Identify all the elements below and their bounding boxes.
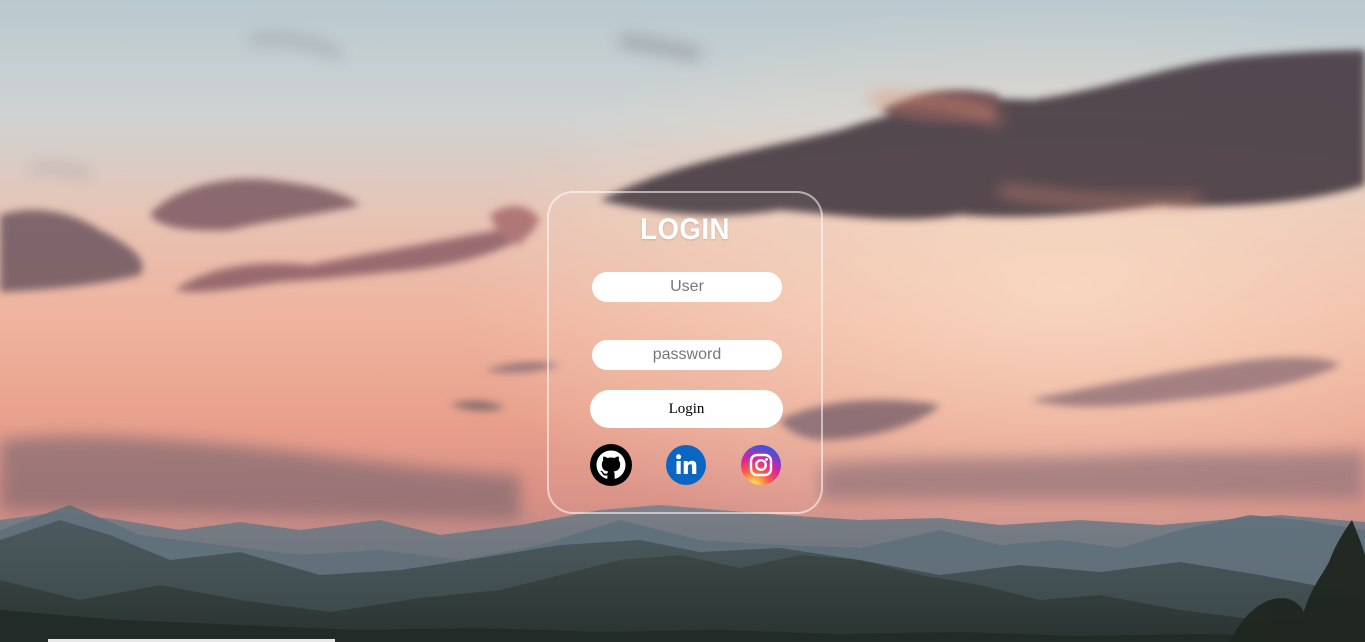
- login-card: LOGIN Login: [547, 191, 823, 514]
- user-input[interactable]: [592, 272, 782, 302]
- instagram-icon: [740, 444, 782, 486]
- linkedin-icon: [665, 444, 707, 486]
- login-button[interactable]: Login: [590, 390, 783, 428]
- password-input[interactable]: [592, 340, 782, 370]
- github-icon: [590, 444, 632, 486]
- github-link[interactable]: [590, 444, 632, 486]
- login-title: LOGIN: [640, 213, 730, 246]
- instagram-link[interactable]: [740, 444, 782, 486]
- linkedin-link[interactable]: [665, 444, 707, 486]
